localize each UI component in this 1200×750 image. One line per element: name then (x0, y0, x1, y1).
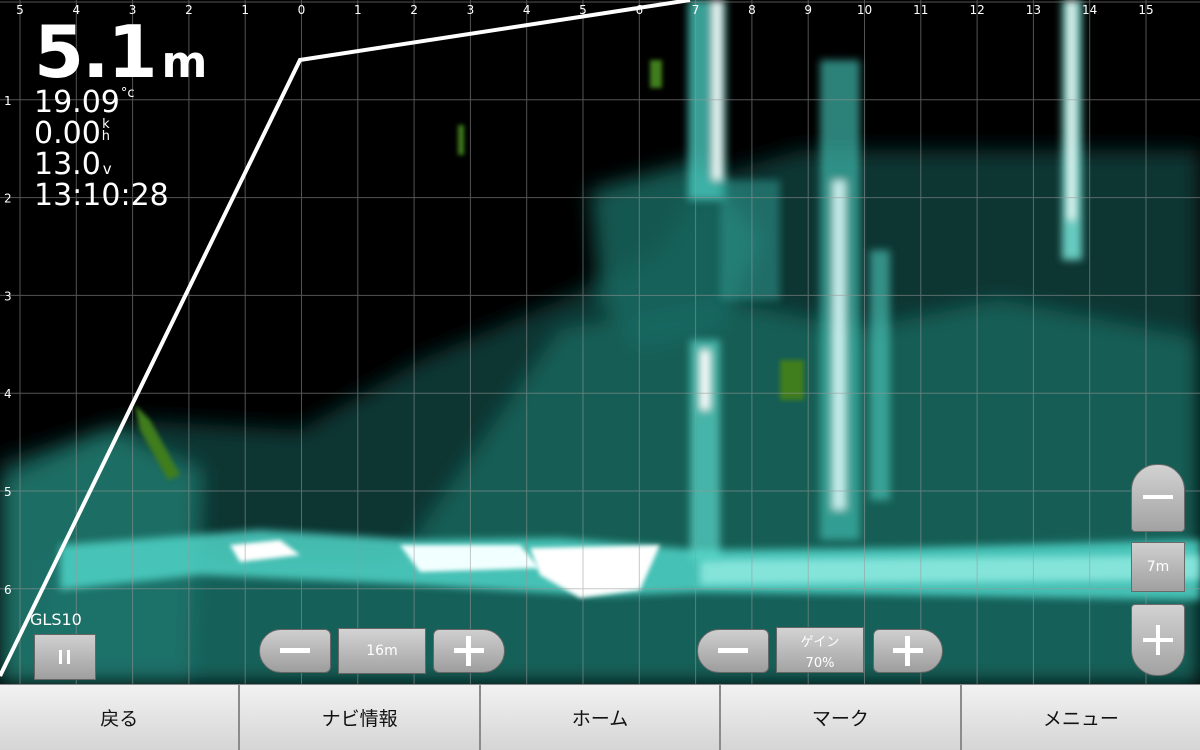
menu-button[interactable]: メニュー (962, 685, 1200, 750)
horizontal-scale-label: 0 (298, 3, 306, 17)
horizontal-scale-label: 10 (857, 3, 872, 17)
horizontal-scale-label: 5 (16, 3, 24, 17)
horizontal-scale-label: 12 (969, 3, 984, 17)
speed-value: 0.00 (34, 116, 101, 151)
gain-increase-button[interactable] (873, 629, 943, 673)
horizontal-scale-label: 15 (1138, 3, 1153, 17)
minus-icon (280, 648, 310, 653)
temperature-readout: 19.09°c (34, 85, 207, 120)
plus-icon (893, 636, 923, 666)
depth-range-decrease-button[interactable] (1131, 464, 1185, 532)
horizontal-scale-label: 2 (410, 3, 418, 17)
voltage-unit: v (102, 160, 112, 178)
horizontal-scale-label: 1 (241, 3, 249, 17)
depth-value: 5.1 (34, 10, 158, 94)
horizontal-scale-label: 5 (579, 3, 587, 17)
depth-readout: 5.1 m (34, 16, 207, 88)
voltage-readout: 13.0 v (34, 150, 207, 181)
sonar-screen: 5 4 3 2 1 0 1 2 3 4 5 6 7 8 9 10 11 12 13 14 15 123456 5.1 m … (0, 0, 1200, 750)
range-increase-button[interactable] (433, 629, 505, 673)
bottom-nav-bar: 戻る ナビ情報 ホーム マーク メニュー (0, 684, 1200, 750)
depth-range-increase-button[interactable] (1131, 604, 1185, 676)
horizontal-scale-label: 2 (185, 3, 193, 17)
pause-icon (59, 650, 70, 664)
depth-scale-label: 4 (4, 387, 12, 401)
horizontal-scale-label: 8 (748, 3, 756, 17)
nav-info-button[interactable]: ナビ情報 (240, 685, 481, 750)
temperature-unit: °c (120, 86, 135, 101)
depth-scale-label: 3 (4, 289, 12, 303)
minus-icon (718, 648, 748, 653)
readout-panel: 5.1 m 19.09°c 0.00k h 13.0 v 13:10:28 (34, 16, 207, 212)
depth-scale-label: 1 (4, 94, 12, 108)
plus-icon (1143, 625, 1173, 655)
gain-label: ゲイン (800, 635, 840, 650)
voltage-value: 13.0 (34, 147, 101, 182)
horizontal-scale-label: 1 (354, 3, 362, 17)
horizontal-scale-label: 4 (523, 3, 531, 17)
plus-icon (454, 636, 484, 666)
sensor-label: GLS10 (30, 610, 82, 629)
horizontal-scale-label: 14 (1082, 3, 1097, 17)
gain-value: 70% (805, 656, 835, 671)
depth-scale-label: 6 (4, 583, 12, 597)
horizontal-scale: 5 4 3 2 1 0 1 2 3 4 5 6 7 8 9 10 11 12 13 14 15 (16, 3, 1153, 17)
horizontal-scale-label: 6 (635, 3, 643, 17)
horizontal-scale-label: 9 (804, 3, 812, 17)
pause-button[interactable] (34, 634, 96, 680)
horizontal-scale-label: 11 (913, 3, 928, 17)
speed-readout: 0.00k h (34, 116, 207, 151)
horizontal-scale-label: 3 (467, 3, 475, 17)
gain-decrease-button[interactable] (697, 629, 769, 673)
mark-button[interactable]: マーク (721, 685, 962, 750)
time-readout: 13:10:28 (34, 178, 169, 213)
depth-range-value: 7m (1131, 542, 1185, 592)
minus-icon (1143, 495, 1173, 499)
depth-scale-label: 5 (4, 485, 12, 499)
depth-unit: m (161, 37, 208, 88)
speed-unit: kh (101, 118, 111, 144)
range-value: 16m (338, 628, 426, 674)
range-decrease-button[interactable] (259, 629, 331, 673)
horizontal-scale-label: 13 (1026, 3, 1041, 17)
speed-unit-bottom: h (101, 129, 111, 144)
horizontal-scale-label: 7 (692, 3, 700, 17)
home-button[interactable]: ホーム (481, 685, 722, 750)
gain-value-box: ゲイン 70% (776, 627, 864, 673)
back-button[interactable]: 戻る (0, 685, 241, 750)
temperature-value: 19.09 (34, 85, 120, 120)
depth-scale-label: 2 (4, 192, 12, 206)
